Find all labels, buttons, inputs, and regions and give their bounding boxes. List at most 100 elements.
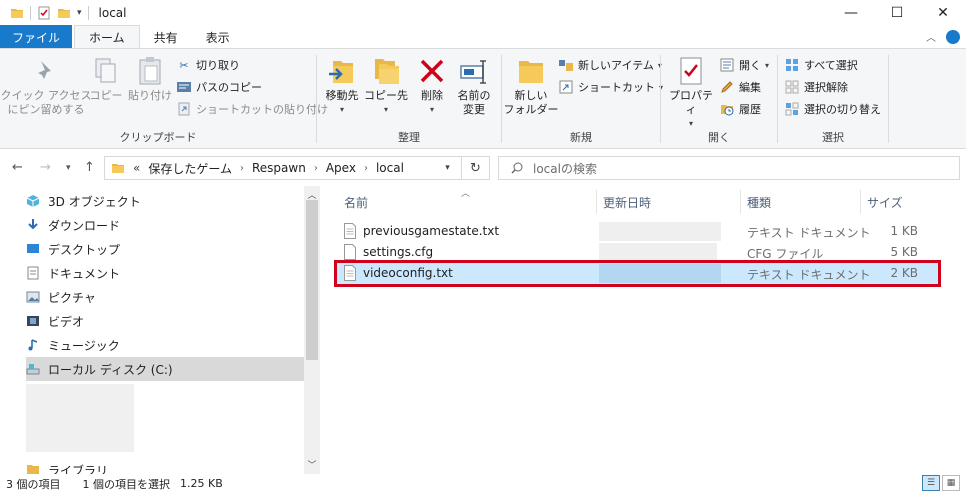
forward-arrow-icon[interactable]: → xyxy=(40,160,51,175)
breadcrumb-item[interactable]: local xyxy=(376,161,404,175)
nav-item-label: ミュージック xyxy=(48,338,120,353)
new-item-button[interactable]: 新しいアイテム ▾ xyxy=(558,55,662,75)
customize-quick-access-icon[interactable]: ▾ xyxy=(77,8,82,18)
nav-item-videos[interactable]: ビデオ xyxy=(26,309,304,333)
divider[interactable] xyxy=(596,190,597,214)
organize-group: 移動先 ▾ コピー先 ▾ 削除 ▾ 名前の 変更 整理 xyxy=(317,49,501,148)
divider[interactable] xyxy=(860,190,861,214)
file-name: previousgamestate.txt xyxy=(363,224,500,238)
dropdown-caret-icon: ▾ xyxy=(339,105,344,114)
refresh-icon[interactable]: ↻ xyxy=(461,157,489,179)
nav-item-local-disk-c[interactable]: ローカル ディスク (C:) xyxy=(26,357,304,381)
select-all-button[interactable]: すべて選択 xyxy=(784,55,858,75)
pin-quick-access-button[interactable]: クイック アクセス にピン留めする xyxy=(1,55,91,117)
nav-item-music[interactable]: ミュージック xyxy=(26,333,304,357)
copy-button[interactable]: コピー xyxy=(88,55,124,103)
nav-scrollbar[interactable]: ︿ ﹀ xyxy=(304,186,320,474)
search-box[interactable]: localの検索 xyxy=(498,156,960,180)
paste-shortcut-button[interactable]: ショートカットの貼り付け xyxy=(176,99,328,119)
tab-share[interactable]: 共有 xyxy=(140,25,192,49)
select-none-button[interactable]: 選択解除 xyxy=(784,77,848,97)
select-all-label: すべて選択 xyxy=(804,59,858,72)
invert-selection-button[interactable]: 選択の切り替え xyxy=(784,99,881,119)
copy-path-button[interactable]: パスのコピー xyxy=(176,77,262,97)
minimize-button[interactable]: — xyxy=(828,0,874,25)
nav-item-label: ピクチャ xyxy=(48,290,96,305)
ribbon-tabs: ファイル ホーム 共有 表示 ︿ xyxy=(0,25,966,49)
new-folder-button[interactable]: 新しい フォルダー xyxy=(504,55,559,117)
breadcrumb-overflow[interactable]: « xyxy=(133,161,140,175)
recent-locations-chevron-icon[interactable]: ▾ xyxy=(66,163,71,173)
column-header-label: 種類 xyxy=(747,195,772,210)
status-bar: 3 個の項目 1 個の項目を選択 1.25 KB ☰ ▦ xyxy=(0,474,966,493)
move-to-button[interactable]: 移動先 ▾ xyxy=(319,55,365,117)
paste-button[interactable]: 貼り付け xyxy=(128,55,172,103)
new-folder-icon[interactable] xyxy=(57,6,71,20)
music-icon xyxy=(28,339,38,351)
divider xyxy=(888,55,889,143)
folder-icon xyxy=(11,8,23,18)
config-file-icon xyxy=(344,244,356,260)
maximize-button[interactable]: ☐ xyxy=(874,0,920,25)
tab-view[interactable]: 表示 xyxy=(192,25,244,49)
scrollbar-thumb[interactable] xyxy=(306,200,318,360)
cut-button[interactable]: ✂ 切り取り xyxy=(176,55,240,75)
delete-button[interactable]: 削除 ▾ xyxy=(413,55,451,117)
file-list: ︿ 名前 更新日時 種類 サイズ previousgamestate.txt テ… xyxy=(320,186,966,474)
rename-button[interactable]: 名前の 変更 xyxy=(453,55,495,117)
column-header-label: 名前 xyxy=(344,195,369,210)
chevron-right-icon[interactable]: › xyxy=(364,163,368,174)
nav-item-pictures[interactable]: ピクチャ xyxy=(26,285,304,309)
copy-to-button[interactable]: コピー先 ▾ xyxy=(363,55,409,117)
search-icon xyxy=(511,162,523,174)
nav-item-downloads[interactable]: ダウンロード xyxy=(26,213,304,237)
properties-button[interactable]: プロパティ ▾ xyxy=(665,55,717,131)
column-header-type[interactable]: 種類 xyxy=(747,186,771,218)
history-button[interactable]: 履歴 xyxy=(719,99,761,119)
chevron-right-icon[interactable]: › xyxy=(240,163,244,174)
divider xyxy=(87,5,89,20)
edit-label: 編集 xyxy=(739,81,761,94)
column-header-size[interactable]: サイズ xyxy=(867,186,903,218)
breadcrumb-item[interactable]: 保存したゲーム xyxy=(148,160,232,177)
close-button[interactable]: ✕ xyxy=(920,0,966,25)
file-size: 5 KB xyxy=(890,245,918,259)
divider[interactable] xyxy=(740,190,741,214)
nav-item-3d-objects[interactable]: 3D オブジェクト xyxy=(26,189,304,213)
select-none-icon xyxy=(784,79,800,95)
properties-check-icon[interactable] xyxy=(37,6,51,20)
nav-item-desktop[interactable]: デスクトップ xyxy=(26,237,304,261)
open-button[interactable]: 開く ▾ xyxy=(719,55,769,75)
tab-file[interactable]: ファイル xyxy=(0,25,73,49)
help-icon[interactable] xyxy=(946,29,960,44)
nav-item-libraries[interactable]: ライブラリ xyxy=(26,462,304,474)
tab-home[interactable]: ホーム xyxy=(74,25,140,49)
breadcrumb-item[interactable]: Apex xyxy=(326,161,356,175)
item-count: 3 個の項目 xyxy=(6,477,61,491)
address-dropdown-icon[interactable]: ▾ xyxy=(435,157,459,179)
large-icons-view-icon[interactable]: ▦ xyxy=(942,475,960,491)
collapse-ribbon-icon[interactable]: ︿ xyxy=(926,29,936,44)
address-bar[interactable]: « 保存したゲーム › Respawn › Apex › local ▾ ↻ xyxy=(104,156,490,180)
edit-button[interactable]: 編集 xyxy=(719,77,761,97)
shortcut-button[interactable]: ショートカット ▾ xyxy=(558,77,663,97)
back-arrow-icon[interactable]: ← xyxy=(12,160,23,175)
scroll-down-icon[interactable]: ﹀ xyxy=(304,458,320,471)
delete-x-icon xyxy=(420,59,444,83)
file-type: テキスト ドキュメント xyxy=(747,226,871,240)
up-arrow-icon[interactable]: ↑ xyxy=(84,160,95,175)
file-row[interactable]: previousgamestate.txt テキスト ドキュメント 1 KB xyxy=(336,221,938,242)
documents-icon xyxy=(27,266,39,280)
details-view-icon[interactable]: ☰ xyxy=(922,475,940,491)
breadcrumb-item[interactable]: Respawn xyxy=(252,161,306,175)
column-header-name[interactable]: 名前 xyxy=(344,186,368,218)
nav-item-documents[interactable]: ドキュメント xyxy=(26,261,304,285)
pictures-icon xyxy=(26,291,40,303)
selected-size: 1.25 KB xyxy=(180,477,223,490)
file-size: 1 KB xyxy=(890,224,918,238)
copy-icon xyxy=(95,58,116,83)
chevron-right-icon[interactable]: › xyxy=(314,163,318,174)
nav-item-label: ダウンロード xyxy=(48,218,121,233)
divider xyxy=(30,5,31,20)
column-header-date[interactable]: 更新日時 xyxy=(603,186,651,218)
